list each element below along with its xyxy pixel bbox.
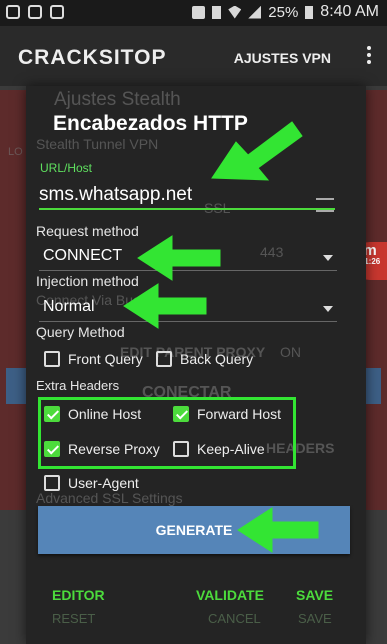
background-lo: LO: [8, 146, 23, 158]
status-bar: 25% 8:40 AM: [0, 0, 387, 26]
reverse-proxy-label: Reverse Proxy: [68, 441, 160, 457]
generate-button[interactable]: GENERATE: [38, 506, 350, 554]
user-agent-label: User-Agent: [68, 475, 139, 491]
request-method-value: CONNECT: [43, 247, 123, 264]
forward-host-label: Forward Host: [197, 406, 282, 422]
chevron-down-icon: [323, 306, 333, 312]
checkbox-icon: [44, 475, 60, 491]
injection-method-select[interactable]: Normal: [39, 295, 337, 322]
validate-button[interactable]: VALIDATE: [196, 587, 264, 603]
dialog-title: Encabezados HTTP: [53, 112, 248, 135]
extra-headers-label: Extra Headers: [36, 378, 120, 393]
notification-icon: [6, 5, 20, 19]
checkbox-checked-icon: [44, 441, 60, 457]
background-cancel: CANCEL: [208, 611, 261, 626]
keep-alive-checkbox[interactable]: Keep-Alive: [173, 441, 265, 457]
front-query-label: Front Query: [68, 351, 143, 367]
app-title: CRACKSITOP: [18, 46, 167, 69]
reverse-proxy-checkbox[interactable]: Reverse Proxy: [44, 441, 160, 457]
wifi-icon: [228, 5, 242, 19]
checkbox-checked-icon: [173, 406, 189, 422]
nfc-icon: [192, 5, 206, 19]
text-format-icon[interactable]: [316, 198, 334, 212]
keep-alive-label: Keep-Alive: [197, 441, 265, 457]
background-save: SAVE: [298, 611, 332, 626]
http-headers-dialog: Ajustes Stealth Stealth Tunnel VPN SSL 4…: [26, 86, 366, 644]
chevron-down-icon: [323, 255, 333, 261]
image-icon: [28, 5, 42, 19]
battery-percent: 25%: [268, 3, 299, 21]
query-method-label: Query Method: [36, 324, 125, 340]
checkbox-checked-icon: [44, 406, 60, 422]
back-query-label: Back Query: [180, 351, 254, 367]
checkbox-icon: [44, 351, 60, 367]
battery-icon: [305, 5, 314, 19]
clock: 8:40 AM: [320, 3, 379, 20]
injection-method-label: Injection method: [36, 273, 139, 289]
background-stealth-tunnel: Stealth Tunnel VPN: [36, 136, 159, 152]
checkbox-icon: [156, 351, 172, 367]
injection-method-value: Normal: [43, 298, 95, 315]
vpn-settings-button[interactable]: AJUSTES VPN: [234, 50, 331, 66]
url-host-label: URL/Host: [40, 161, 93, 175]
user-agent-checkbox[interactable]: User-Agent: [44, 475, 139, 491]
checkbox-icon: [173, 441, 189, 457]
background-stealth-title: Ajustes Stealth: [54, 89, 181, 110]
back-query-checkbox[interactable]: Back Query: [156, 351, 253, 367]
forward-host-checkbox[interactable]: Forward Host: [173, 406, 281, 422]
online-host-label: Online Host: [68, 406, 142, 422]
overflow-menu-icon[interactable]: [367, 46, 371, 67]
editor-button[interactable]: EDITOR: [52, 587, 105, 603]
background-reset: RESET: [52, 611, 96, 626]
request-method-select[interactable]: CONNECT: [39, 244, 337, 271]
background-on: ON: [280, 344, 301, 360]
app-bar: CRACKSITOP AJUSTES VPN: [0, 26, 387, 86]
save-button[interactable]: SAVE: [296, 587, 333, 603]
signal-icon: [248, 5, 262, 19]
background-advanced-ssl: Advanced SSL Settings: [36, 490, 183, 506]
online-host-checkbox[interactable]: Online Host: [44, 406, 141, 422]
voicemail-icon: [50, 5, 64, 19]
front-query-checkbox[interactable]: Front Query: [44, 351, 143, 367]
vibrate-icon: [212, 5, 222, 19]
request-method-label: Request method: [36, 223, 139, 239]
url-host-input[interactable]: [39, 182, 335, 210]
